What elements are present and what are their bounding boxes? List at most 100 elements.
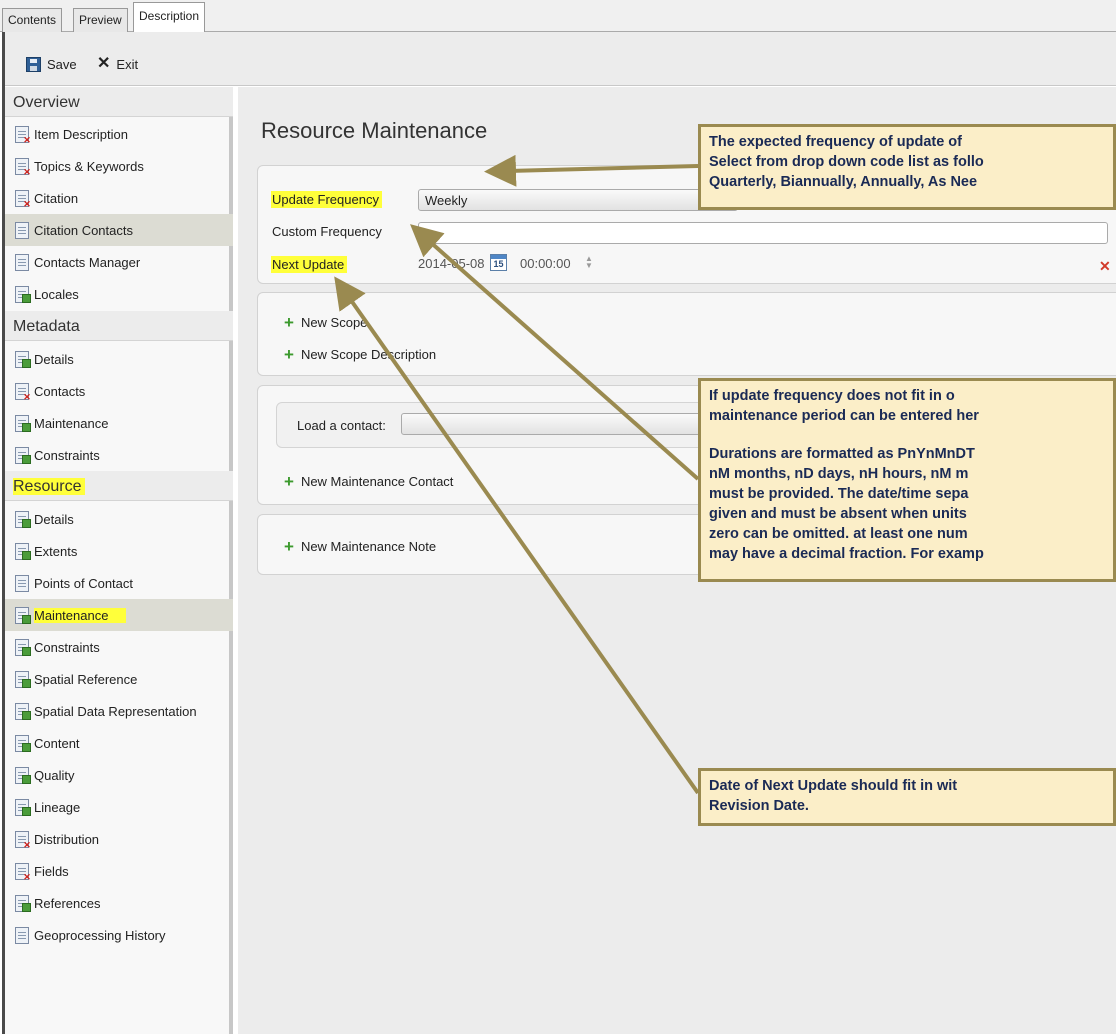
sidebar-item-item-description[interactable]: Item Description xyxy=(5,118,233,150)
calendar-icon[interactable]: 15 xyxy=(490,254,507,271)
document-ok-icon xyxy=(15,446,31,464)
load-contact-select[interactable] xyxy=(401,413,721,435)
plus-icon: + xyxy=(284,471,294,491)
callout-line: Date of Next Update should fit in wit xyxy=(709,778,958,794)
sidebar-item-spatial-data-representation[interactable]: Spatial Data Representation xyxy=(5,695,233,727)
callout-line: maintenance period can be entered her xyxy=(709,408,979,424)
sidebar-item-lineage[interactable]: Lineage xyxy=(5,791,233,823)
callout-line: Quarterly, Biannually, Annually, As Nee xyxy=(709,174,978,190)
sidebar-item-label: Lineage xyxy=(34,799,81,815)
exit-button[interactable]: ✕ Exit xyxy=(97,54,138,74)
new-scope-description-button[interactable]: + New Scope Description xyxy=(284,346,437,363)
document-ok-icon xyxy=(15,702,31,720)
close-icon: ✕ xyxy=(97,55,111,72)
sidebar-item-resource-constraints[interactable]: Constraints xyxy=(5,631,233,663)
sidebar-item-citation[interactable]: Citation xyxy=(5,182,233,214)
document-error-icon xyxy=(15,125,32,145)
sidebar-item-quality[interactable]: Quality xyxy=(5,759,233,791)
document-ok-icon xyxy=(15,606,31,624)
tab-contents[interactable]: Contents xyxy=(2,8,63,32)
next-update-date[interactable]: 2014-05-08 xyxy=(418,256,485,271)
new-maintenance-note-label: New Maintenance Note xyxy=(300,539,437,554)
document-ok-icon xyxy=(15,350,31,368)
document-error-icon xyxy=(15,830,32,850)
document-icon xyxy=(15,253,29,271)
sidebar-item-contacts-manager[interactable]: Contacts Manager xyxy=(5,246,233,278)
sidebar-item-label: Quality xyxy=(34,767,75,783)
document-error-icon xyxy=(15,382,32,402)
section-header-overview[interactable]: Overview xyxy=(5,87,233,117)
section-header-label: Metadata xyxy=(13,318,80,335)
save-icon xyxy=(26,56,41,72)
new-maintenance-contact-button[interactable]: + New Maintenance Contact xyxy=(284,471,453,491)
sidebar-item-geoprocessing-history[interactable]: Geoprocessing History xyxy=(5,919,233,951)
page-title: Resource Maintenance xyxy=(261,118,488,143)
custom-frequency-label: Custom Frequency xyxy=(272,224,382,239)
plus-icon: + xyxy=(284,312,294,332)
new-scope-description-label: New Scope Description xyxy=(300,347,437,362)
sidebar-item-distribution[interactable]: Distribution xyxy=(5,823,233,855)
save-button[interactable]: Save xyxy=(26,54,77,74)
tab-description[interactable]: Description xyxy=(133,2,206,33)
tab-preview[interactable]: Preview xyxy=(73,8,128,32)
sidebar-item-content[interactable]: Content xyxy=(5,727,233,759)
scope-panel: + New Scope + New Scope Description xyxy=(257,292,1116,376)
new-scope-label: New Scope xyxy=(300,315,368,330)
sidebar-item-locales[interactable]: Locales xyxy=(5,278,233,310)
sidebar-item-fields[interactable]: Fields xyxy=(5,855,233,887)
sidebar-item-metadata-maintenance[interactable]: Maintenance xyxy=(5,407,233,439)
time-spinner-icon[interactable]: ▲ ▼ xyxy=(584,255,594,271)
new-scope-button[interactable]: + New Scope xyxy=(284,312,368,332)
sidebar-item-resource-details[interactable]: Details xyxy=(5,503,233,535)
sidebar-item-points-of-contact[interactable]: Points of Contact xyxy=(5,567,233,599)
section-header-label: Overview xyxy=(13,94,80,111)
sidebar-item-metadata-contacts[interactable]: Contacts xyxy=(5,375,233,407)
sidebar-item-label: Extents xyxy=(34,543,78,559)
document-icon xyxy=(15,926,29,944)
update-frequency-select[interactable]: Weekly xyxy=(418,189,738,211)
section-header-metadata[interactable]: Metadata xyxy=(5,311,233,341)
callout-next-update: Date of Next Update should fit in wit Re… xyxy=(698,768,1116,826)
document-ok-icon xyxy=(15,638,31,656)
sidebar-item-metadata-details[interactable]: Details xyxy=(5,343,233,375)
sidebar-item-metadata-constraints[interactable]: Constraints xyxy=(5,439,233,471)
sidebar-item-resource-maintenance[interactable]: Maintenance xyxy=(5,599,233,631)
exit-label: Exit xyxy=(116,56,139,72)
document-icon xyxy=(15,221,29,239)
document-ok-icon xyxy=(15,542,31,560)
calendar-day: 15 xyxy=(493,259,504,269)
callout-line: The expected frequency of update of xyxy=(709,134,962,150)
update-frequency-label: Update Frequency xyxy=(271,191,382,208)
callout-line: Revision Date. xyxy=(709,798,809,814)
document-error-icon xyxy=(15,189,32,209)
document-error-icon xyxy=(15,157,32,177)
section-header-resource[interactable]: Resource xyxy=(5,471,233,501)
sidebar-item-label: Citation Contacts xyxy=(34,222,133,238)
next-update-time[interactable]: 00:00:00 xyxy=(520,256,571,271)
sidebar-item-label: Locales xyxy=(34,286,79,302)
sidebar-item-spatial-reference[interactable]: Spatial Reference xyxy=(5,663,233,695)
document-ok-icon xyxy=(15,510,31,528)
sidebar-item-topics-keywords[interactable]: Topics & Keywords xyxy=(5,150,233,182)
document-ok-icon xyxy=(15,670,31,688)
sidebar-item-references[interactable]: References xyxy=(5,887,233,919)
sidebar-item-label: Maintenance xyxy=(34,415,109,431)
sidebar-item-label: Contacts xyxy=(34,383,86,399)
sidebar-item-label: Maintenance xyxy=(34,607,127,623)
custom-frequency-input[interactable] xyxy=(418,222,1108,244)
plus-icon: + xyxy=(284,536,294,556)
sidebar-item-label: Distribution xyxy=(34,831,100,847)
document-ok-icon xyxy=(15,798,31,816)
remove-date-icon[interactable]: ✕ xyxy=(1099,258,1111,275)
sidebar-item-label: Content xyxy=(34,735,80,751)
callout-update-frequency: The expected frequency of update of Sele… xyxy=(698,124,1116,210)
sidebar-item-label: Constraints xyxy=(34,447,100,463)
callout-line: Select from drop down code list as follo xyxy=(709,154,984,170)
sidebar-item-citation-contacts[interactable]: Citation Contacts xyxy=(5,214,233,246)
callout-line: given and must be absent when units xyxy=(709,506,967,522)
save-label: Save xyxy=(47,56,77,72)
sidebar-item-label: Details xyxy=(34,351,74,367)
new-maintenance-note-button[interactable]: + New Maintenance Note xyxy=(284,536,437,556)
sidebar-item-resource-extents[interactable]: Extents xyxy=(5,535,233,567)
update-frequency-value: Weekly xyxy=(425,193,468,208)
